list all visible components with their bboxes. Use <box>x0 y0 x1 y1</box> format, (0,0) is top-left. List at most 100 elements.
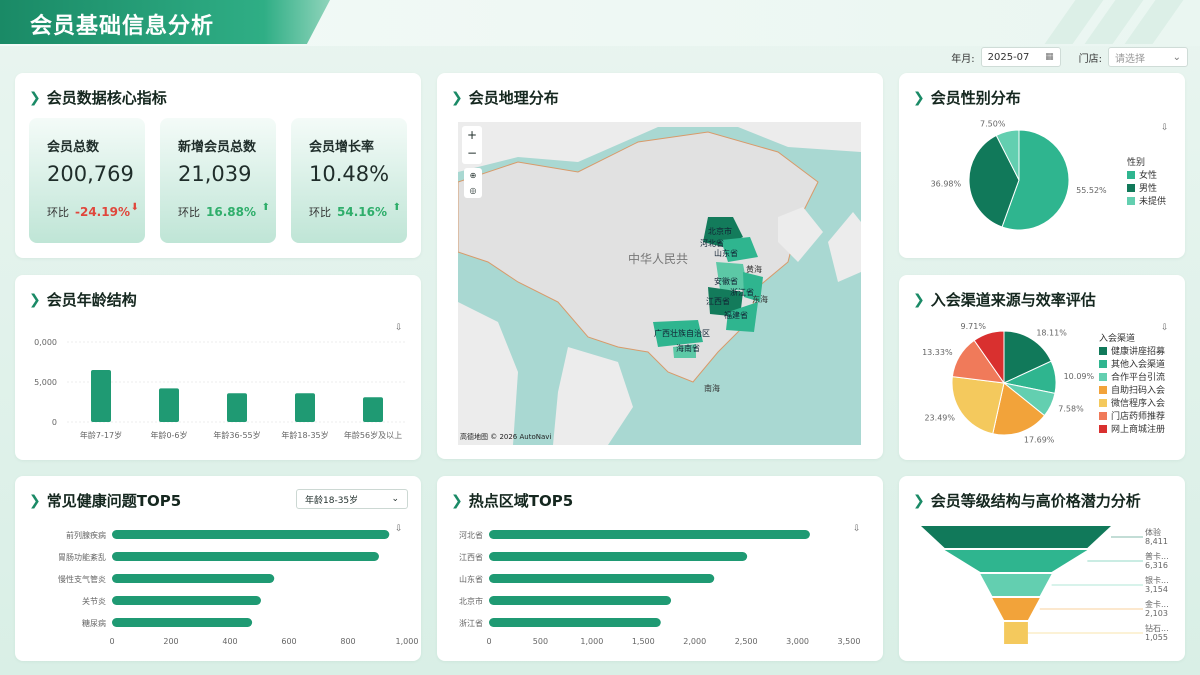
kpi-card-total-members: 会员总数 200,769 环比 -24.19% ⬇ <box>29 118 145 243</box>
stage-label: 体验 <box>1145 527 1161 537</box>
legend-item[interactable]: 自助扫码入会 <box>1099 383 1165 396</box>
province-label: 山东省 <box>714 249 738 258</box>
slice-label: 18.11% <box>1036 328 1067 337</box>
kpi-compare: 环比 54.16% <box>309 205 387 219</box>
age-bar-chart: 0 5,000 0,000 年龄7-17岁 年龄0-6岁 年龄36-55岁 年龄18-35岁… <box>34 338 407 440</box>
chevron-right-icon: ❯ <box>451 89 463 106</box>
x-tick-label: 2,500 <box>735 637 758 646</box>
download-icon[interactable]: ⇩ <box>1161 323 1169 333</box>
arrow-down-icon: ⬇ <box>130 202 139 213</box>
legend-item[interactable]: 合作平台引流 <box>1099 370 1165 383</box>
health-bar-chart: 前列腺疾病胃肠功能紊乱慢性支气管炎关节炎糖尿病0 200 400 600 800 1,00… <box>58 530 418 646</box>
panel-title: ❯ 热点区域TOP5 <box>451 492 574 510</box>
map-attribution: 高德地图 © 2026 AutoNavi <box>460 433 552 441</box>
y-tick-label: 0 <box>52 418 57 427</box>
month-picker[interactable]: 2025-07 ▦ <box>980 47 1061 67</box>
panel-title: ❯ 入会渠道来源与效率评估 <box>913 291 1096 309</box>
stage-value: 3,154 <box>1145 585 1168 594</box>
legend-swatch <box>1127 196 1135 205</box>
country-label: 中华人民共 <box>628 252 689 266</box>
kpi-card-growth-rate: 会员增长率 10.48% 环比 54.16% ⬆ <box>291 118 407 243</box>
legend-item[interactable]: 其他入会渠道 <box>1099 357 1165 370</box>
kpi-label: 会员增长率 <box>309 140 375 155</box>
x-tick-label: 2,000 <box>683 637 706 646</box>
sea-label: 东海 <box>752 295 768 304</box>
panel-title: ❯ 会员等级结构与高价格潜力分析 <box>913 492 1141 510</box>
kpi-value: 200,769 <box>47 162 134 186</box>
h-bar <box>489 530 810 539</box>
h-bar <box>489 618 661 627</box>
y-tick-label: 5,000 <box>34 378 57 387</box>
slice-label: 17.69% <box>1024 436 1055 445</box>
x-tick-label: 0 <box>486 637 491 646</box>
gender-pie: 55.52% 36.98% 7.50% <box>931 120 1107 231</box>
legend-item[interactable]: 网上商城注册 <box>1099 422 1165 435</box>
legend-swatch <box>1127 183 1135 192</box>
legend-label: 未提供 <box>1139 197 1167 207</box>
map-canvas[interactable]: 中华人民共 北京市 河北省 山东省 安徽省 浙江省 江西省 福建省 广西壮族自治… <box>458 122 861 445</box>
y-tick-label: 江西省 <box>459 552 483 562</box>
legend-item[interactable]: 女性 <box>1127 168 1157 181</box>
legend-item[interactable]: 门店药师推荐 <box>1099 409 1165 422</box>
y-tick-label: 胃肠功能紊乱 <box>58 552 106 562</box>
funnel-stage <box>921 526 1111 548</box>
zoom-out-button[interactable]: − <box>462 144 482 162</box>
age-bar <box>363 397 383 422</box>
chevron-down-icon: ⌄ <box>391 494 399 504</box>
x-tick-label: 600 <box>281 637 296 646</box>
y-tick-label: 0,000 <box>34 338 57 347</box>
legend-label: 网上商城注册 <box>1111 425 1166 435</box>
x-tick-label: 年龄36-55岁 <box>213 430 260 440</box>
chevron-right-icon: ❯ <box>913 492 925 509</box>
legend-item[interactable]: 男性 <box>1127 181 1157 194</box>
arrow-up-icon: ⬆ <box>261 202 270 213</box>
gender-panel: ❯ 会员性别分布 ⇩ 55.52% 36.98% 7.50% 性别 女性 男性 未提供 <box>899 73 1185 258</box>
y-tick-label: 浙江省 <box>459 618 483 628</box>
province-label: 浙江省 <box>730 288 754 297</box>
funnel-stage <box>980 574 1052 596</box>
legend-swatch <box>1099 424 1107 433</box>
panel-title: ❯ 会员性别分布 <box>913 89 1021 107</box>
legend-label: 合作平台引流 <box>1111 373 1166 383</box>
slice-label: 9.71% <box>961 322 987 331</box>
download-icon[interactable]: ⇩ <box>1161 123 1169 133</box>
zoom-in-button[interactable]: + <box>462 126 482 144</box>
top-bar: 会员基础信息分析 <box>0 0 1200 46</box>
legend-item[interactable]: 微信程序入会 <box>1099 396 1165 409</box>
x-tick-label: 400 <box>222 637 237 646</box>
funnel-stage <box>944 550 1088 572</box>
map-tools: ⊕ ◎ <box>464 168 482 198</box>
kpi-compare: 环比 -24.19% <box>47 205 130 219</box>
compass-icon[interactable]: ⊕ <box>464 168 482 183</box>
province-label: 福建省 <box>724 311 748 320</box>
legend-swatch <box>1099 372 1107 381</box>
x-tick-label: 200 <box>163 637 178 646</box>
age-panel: ❯ 会员年龄结构 ⇩ 0 5,000 0,000 年龄7-17岁 年龄0-6岁 年龄36-5… <box>15 275 421 460</box>
stage-value: 8,411 <box>1145 537 1168 546</box>
arrow-up-icon: ⬆ <box>392 202 401 213</box>
locate-icon[interactable]: ◎ <box>464 183 482 198</box>
legend-label: 女性 <box>1139 171 1158 181</box>
y-tick-label: 糖尿病 <box>82 618 106 628</box>
panel-title: ❯ 会员地理分布 <box>451 89 559 107</box>
legend-item[interactable]: 健康讲座招募 <box>1099 344 1165 357</box>
chevron-right-icon: ❯ <box>451 492 463 509</box>
province-label: 北京市 <box>708 227 732 236</box>
legend-title: 入会渠道 <box>1099 334 1136 344</box>
age-bar <box>227 393 247 422</box>
legend-item[interactable]: 未提供 <box>1127 194 1166 207</box>
month-label: 年月: <box>951 53 975 65</box>
panel-title: ❯ 会员年龄结构 <box>29 291 137 309</box>
y-tick-label: 河北省 <box>459 530 483 540</box>
legend-swatch <box>1099 398 1107 407</box>
legend-label: 自助扫码入会 <box>1111 386 1166 396</box>
age-bar <box>91 370 111 422</box>
store-select[interactable]: 请选择 ⌄ <box>1108 47 1188 67</box>
legend-swatch <box>1099 411 1107 420</box>
kpi-label: 会员总数 <box>47 140 100 155</box>
filter-bar: 年月: 2025-07 ▦ 门店: 请选择 ⌄ <box>951 46 1188 68</box>
kpi-value: 10.48% <box>309 162 390 186</box>
age-group-dropdown[interactable]: 年龄18-35岁 ⌄ <box>296 489 408 509</box>
h-bar <box>112 530 390 539</box>
panel-title: ❯ 常见健康问题TOP5 <box>29 492 182 510</box>
